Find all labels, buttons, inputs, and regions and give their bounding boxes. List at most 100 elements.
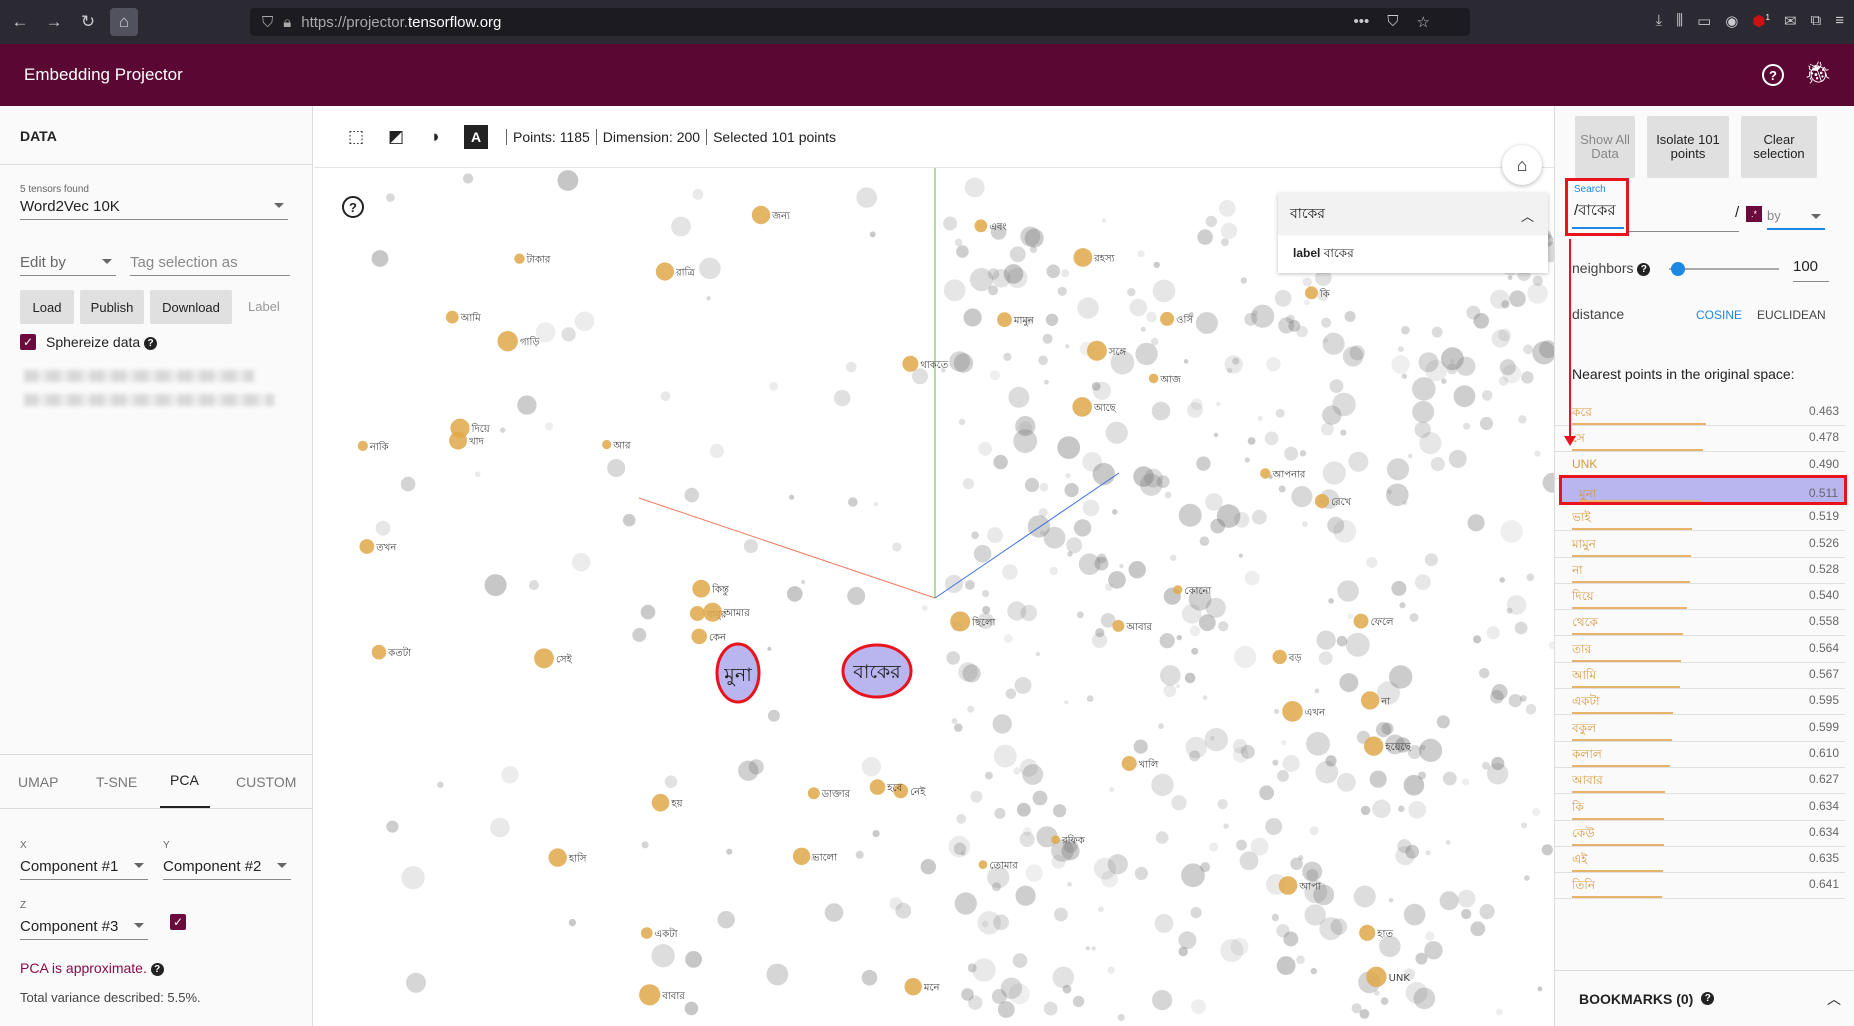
labels-icon[interactable]: A [464, 124, 488, 149]
home-icon[interactable]: ⌂ [1502, 145, 1542, 185]
embedding-point[interactable] [1223, 823, 1229, 829]
labeled-point[interactable] [1112, 619, 1125, 632]
label-select[interactable]: Label [248, 299, 280, 314]
embedding-point[interactable] [1302, 521, 1308, 528]
embedding-point[interactable] [1240, 277, 1247, 284]
embedding-point[interactable] [1035, 651, 1041, 657]
embedding-point[interactable] [1328, 598, 1334, 604]
embedding-point[interactable] [660, 391, 671, 402]
embedding-point[interactable] [1016, 802, 1031, 817]
embedding-point[interactable] [1187, 402, 1203, 418]
help-icon[interactable]: ? [342, 196, 364, 218]
embedding-point[interactable] [984, 771, 993, 780]
labeled-point[interactable] [445, 310, 459, 324]
embedding-point[interactable] [743, 539, 758, 554]
embedding-point[interactable] [1401, 373, 1408, 379]
embedding-point[interactable] [574, 311, 595, 332]
embedding-point[interactable] [967, 963, 977, 973]
embedding-point[interactable] [847, 587, 866, 605]
embedding-point[interactable] [1457, 889, 1476, 908]
embedding-point[interactable] [1181, 604, 1202, 624]
embedding-point[interactable] [1386, 458, 1410, 481]
embedding-point[interactable] [1348, 451, 1369, 472]
embedding-point[interactable] [561, 327, 576, 342]
embedding-point[interactable] [1178, 931, 1197, 950]
embedding-point[interactable] [1527, 283, 1548, 304]
sphereize-checkbox[interactable]: ✓ [20, 334, 36, 350]
embedding-point[interactable] [954, 238, 963, 247]
labeled-point[interactable] [691, 628, 707, 645]
labeled-point[interactable] [807, 787, 820, 800]
isolate-points-button[interactable]: Isolate 101 points [1647, 116, 1729, 178]
embedding-point[interactable] [1190, 907, 1202, 919]
embedding-point[interactable] [1128, 561, 1146, 579]
embedding-point[interactable] [685, 951, 702, 968]
embedding-point[interactable] [1053, 804, 1067, 818]
embedding-point[interactable] [1178, 503, 1202, 527]
embedding-point[interactable] [1314, 688, 1320, 694]
embedding-point[interactable] [824, 903, 844, 922]
embedding-point[interactable] [1108, 571, 1126, 589]
embedding-point[interactable] [463, 173, 474, 184]
embedding-point[interactable] [607, 459, 626, 477]
labeled-point[interactable] [1272, 649, 1287, 665]
embedding-point[interactable] [706, 296, 711, 301]
embedding-point[interactable] [1003, 352, 1012, 361]
embedding-point[interactable] [1388, 898, 1394, 903]
embedding-point[interactable] [1541, 844, 1553, 856]
embedding-point[interactable] [946, 651, 960, 665]
embedding-point[interactable] [1386, 489, 1392, 495]
embedding-point[interactable] [400, 476, 416, 492]
embedding-point[interactable] [1202, 695, 1208, 701]
embedding-point[interactable] [1303, 299, 1310, 306]
labeled-point[interactable] [792, 847, 811, 865]
embedding-point[interactable] [1221, 238, 1229, 247]
embedding-point[interactable] [1077, 611, 1084, 619]
embedding-point[interactable] [437, 781, 444, 788]
embedding-point[interactable] [1151, 401, 1171, 421]
labeled-point[interactable] [1072, 397, 1092, 417]
embedding-point[interactable] [1425, 850, 1431, 856]
edit-by-select[interactable]: Edit by [20, 254, 116, 276]
embedding-point[interactable] [1425, 931, 1435, 941]
embedding-point[interactable] [1274, 708, 1280, 714]
embedding-point[interactable] [1251, 509, 1267, 525]
embedding-point[interactable] [1436, 715, 1450, 729]
embedding-point[interactable] [709, 443, 724, 459]
embedding-point[interactable] [1419, 738, 1443, 763]
embedding-point[interactable] [1057, 286, 1067, 296]
embedding-point[interactable] [1330, 918, 1348, 935]
embedding-point[interactable] [1340, 429, 1347, 436]
embedding-point[interactable] [1020, 226, 1041, 247]
embedding-point[interactable] [1038, 508, 1048, 518]
embedding-point[interactable] [1008, 386, 1030, 408]
embedding-point[interactable] [1532, 275, 1543, 286]
embedding-point[interactable] [684, 1001, 699, 1016]
embedding-point[interactable] [692, 189, 704, 200]
labeled-point[interactable] [950, 611, 971, 632]
moon-icon[interactable]: ◗ [424, 125, 448, 149]
embedding-point[interactable] [1462, 778, 1470, 786]
embedding-point[interactable] [954, 892, 977, 915]
embedding-point[interactable] [1276, 956, 1296, 975]
labeled-point[interactable] [1359, 924, 1376, 941]
search-field[interactable]: Search /বাকের [1565, 178, 1629, 236]
embedding-point[interactable] [963, 308, 982, 327]
embedding-point[interactable] [1470, 921, 1486, 937]
embedding-point[interactable] [766, 963, 789, 986]
cosine-button[interactable]: COSINE [1696, 308, 1742, 322]
embedding-point[interactable] [717, 911, 735, 929]
labeled-point[interactable] [902, 355, 919, 372]
regex-toggle[interactable]: .* [1746, 206, 1762, 222]
embedding-point[interactable] [958, 418, 966, 425]
embedding-point[interactable] [1040, 530, 1046, 536]
embedding-point[interactable] [1014, 677, 1032, 694]
embedding-point[interactable] [640, 604, 656, 620]
embedding-point[interactable] [572, 552, 591, 572]
embedding-point[interactable] [1526, 573, 1535, 582]
neighbors-input[interactable]: 100 [1793, 258, 1829, 282]
embedding-point[interactable] [993, 744, 1017, 768]
embedding-point[interactable] [1107, 966, 1115, 974]
labeled-point[interactable] [974, 219, 988, 233]
embedding-point[interactable] [1013, 429, 1038, 453]
